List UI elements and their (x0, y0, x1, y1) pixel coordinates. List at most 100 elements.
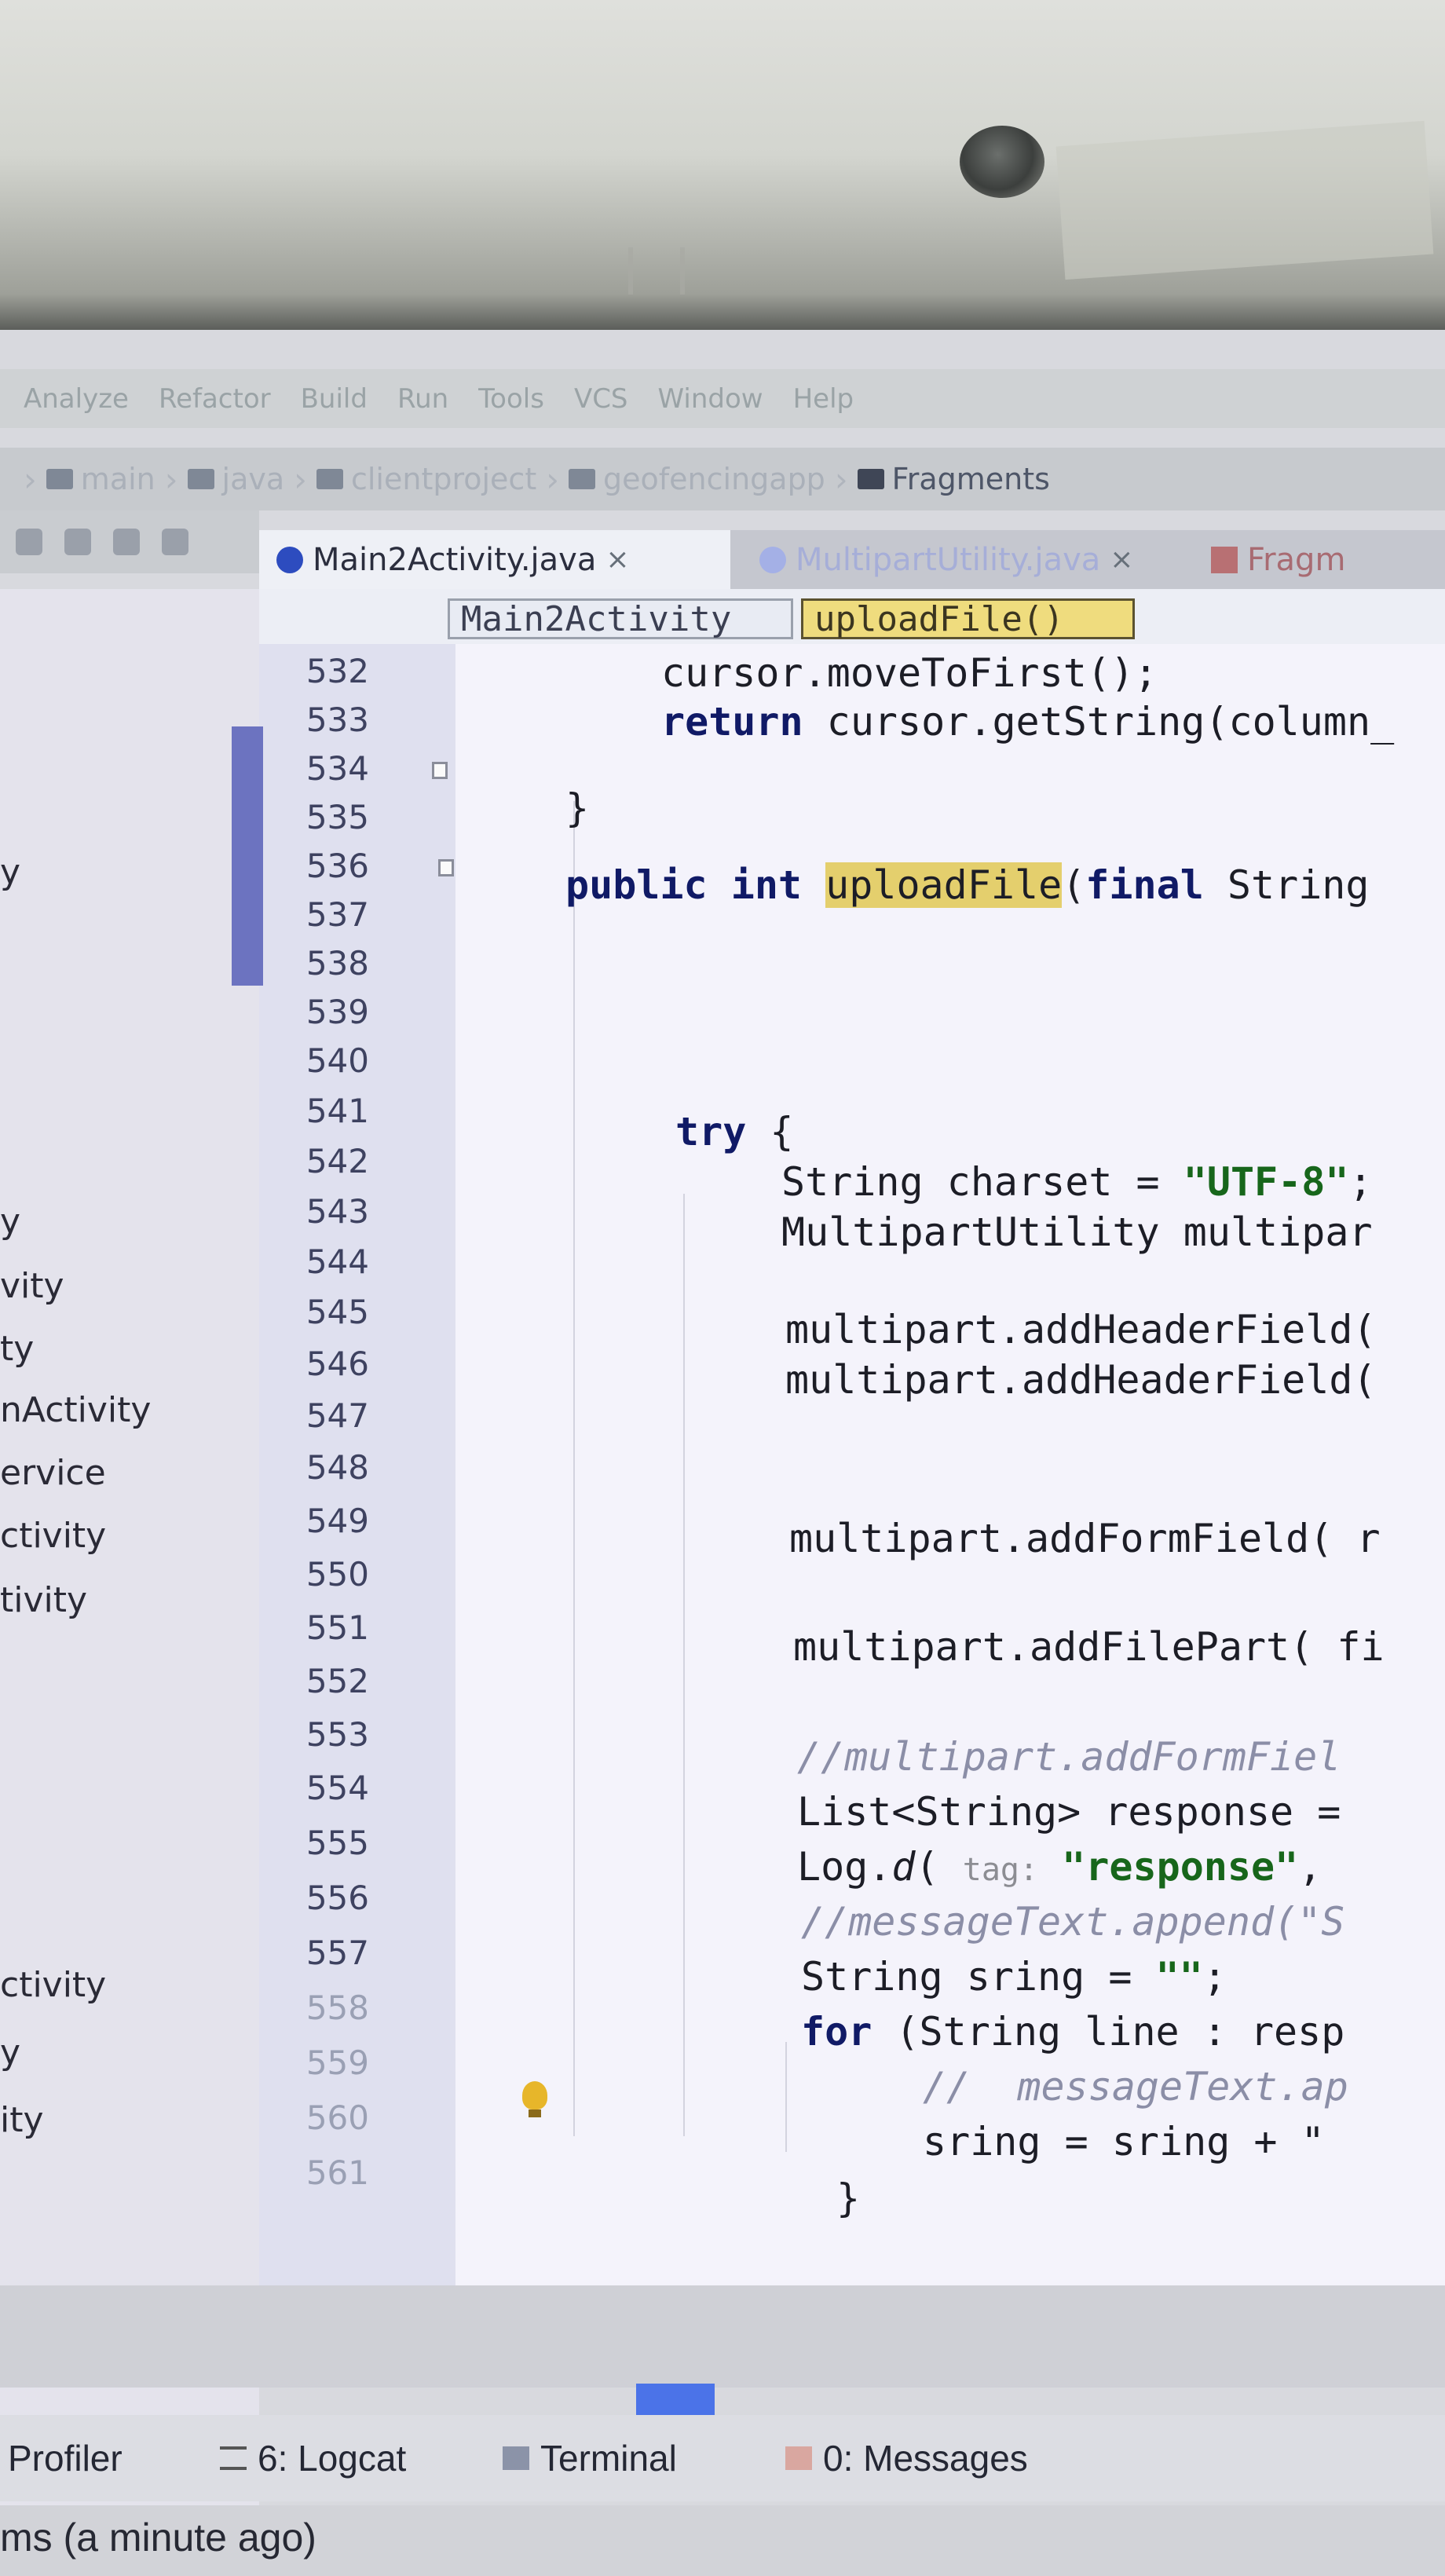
vcs-change-marker (232, 726, 263, 986)
project-tree-item[interactable]: vity (0, 1266, 64, 1306)
line-number: 545 (305, 1293, 369, 1331)
folder-icon (187, 469, 214, 489)
code-line-533: return cursor.getString(column_ (661, 699, 1394, 745)
messages-icon (785, 2446, 812, 2470)
chevron-right-icon: › (164, 459, 178, 499)
menu-refactor[interactable]: Refactor (159, 383, 271, 415)
code-line-557: for (String line : resp (801, 2009, 1344, 2055)
java-class-icon (276, 546, 303, 573)
method-name-highlight: uploadFile (825, 862, 1063, 908)
project-toolbar (0, 510, 259, 573)
fold-marker-icon[interactable] (432, 762, 448, 779)
breadcrumb-clientproject[interactable]: clientproject (316, 462, 536, 496)
line-number: 543 (305, 1192, 369, 1231)
status-bar: ms (a minute ago) (0, 2505, 1445, 2576)
code-token: Log. (797, 1844, 892, 1890)
project-tree-item[interactable]: ctivity (0, 1516, 106, 1556)
project-tree-item[interactable]: ctivity (0, 1965, 106, 2005)
lightbulb-base (529, 2109, 541, 2117)
code-line-548: multipart.addFormField( r (789, 1516, 1381, 1561)
project-tree-item[interactable]: y (0, 1202, 20, 1242)
hide-icon[interactable] (162, 529, 188, 555)
tool-window-messages[interactable]: 0: Messages (785, 2431, 1028, 2486)
chevron-right-icon: › (24, 459, 37, 499)
string-token: "" (1155, 1954, 1203, 2000)
breadcrumb-method[interactable]: uploadFile() (801, 598, 1135, 639)
code-token: cursor.getString(column_ (803, 699, 1395, 745)
line-number: 532 (305, 652, 369, 690)
line-number: 556 (305, 1879, 369, 1917)
close-icon[interactable]: × (605, 543, 629, 576)
code-editor[interactable]: cursor.moveToFirst(); return cursor.getS… (455, 644, 1445, 2293)
line-number: 547 (305, 1396, 369, 1435)
line-number: 546 (305, 1345, 369, 1383)
editor-breadcrumb: Main2Activity uploadFile() (259, 589, 1445, 644)
chevron-right-icon: › (546, 459, 560, 499)
menu-help[interactable]: Help (793, 383, 854, 415)
breadcrumb-main[interactable]: main (46, 462, 155, 496)
collapse-icon[interactable] (64, 529, 91, 555)
tab-fragment[interactable]: Fragm (1194, 530, 1445, 589)
chevron-right-icon: › (294, 459, 307, 499)
project-tree-item[interactable]: ervice (0, 1453, 106, 1493)
line-number: 534 (305, 749, 369, 788)
breadcrumb-class[interactable]: Main2Activity (448, 598, 793, 639)
comment-token: //multipart.addFormFiel (797, 1734, 1341, 1780)
line-number: 561 (305, 2153, 369, 2192)
menu-vcs[interactable]: VCS (574, 383, 628, 415)
horizontal-scrollbar[interactable] (636, 2384, 715, 2415)
code-token: d (891, 1844, 916, 1890)
sync-icon[interactable] (16, 529, 42, 555)
line-number: 535 (305, 798, 369, 836)
menu-analyze[interactable]: Analyze (24, 383, 129, 415)
lightbulb-icon[interactable] (522, 2081, 547, 2109)
tab-main2activity[interactable]: Main2Activity.java × (259, 530, 730, 589)
settings-icon[interactable] (113, 529, 140, 555)
project-tree-item[interactable]: nActivity (0, 1390, 151, 1430)
project-tree-item[interactable]: ty (0, 1329, 34, 1369)
fold-marker-icon[interactable] (438, 859, 454, 876)
line-number: 542 (305, 1142, 369, 1180)
code-line-534: } (565, 785, 589, 831)
line-number: 539 (305, 993, 369, 1031)
folder-icon (569, 469, 596, 489)
code-token: multipart.addHeaderField( (785, 1357, 1377, 1403)
code-token: String charset = (781, 1159, 1183, 1205)
code-line-541: try { (675, 1109, 794, 1154)
indent-guide (573, 801, 575, 2136)
breadcrumb-clientproject-label: clientproject (350, 462, 537, 496)
code-line-536: public int uploadFile(final String (565, 862, 1370, 908)
parameter-hint: tag: (962, 1852, 1039, 1888)
code-line-542: String charset = "UTF-8"; (781, 1159, 1373, 1205)
menu-tools[interactable]: Tools (478, 383, 544, 415)
tool-window-profiler[interactable]: Profiler (8, 2431, 123, 2486)
tool-window-logcat-label: 6: Logcat (258, 2438, 407, 2479)
code-token: MultipartUtility multipar (781, 1209, 1373, 1255)
line-number: 558 (305, 1989, 369, 2027)
tab-main2activity-label: Main2Activity.java (313, 541, 597, 578)
project-tree-item[interactable]: tivity (0, 1580, 87, 1620)
editor-tab-bar: Main2Activity.java × MultipartUtility.ja… (259, 530, 1445, 589)
code-token: multipart.addFormField( r (789, 1516, 1381, 1561)
code-token: multipart.addHeaderField( (785, 1307, 1377, 1352)
tool-window-profiler-label: Profiler (8, 2438, 123, 2479)
project-tree-item[interactable]: ity (0, 2100, 44, 2140)
breadcrumb-fragments[interactable]: Fragments (857, 462, 1050, 496)
code-line-550: multipart.addFilePart( fi (793, 1624, 1385, 1670)
tool-window-logcat[interactable]: 6: Logcat (220, 2431, 406, 2486)
line-number: 559 (305, 2044, 369, 2082)
project-tree-item[interactable]: y (0, 852, 20, 892)
menu-run[interactable]: Run (397, 383, 448, 415)
project-tree-item[interactable]: y (0, 2033, 20, 2073)
breadcrumb-java[interactable]: java (187, 462, 284, 496)
folder-icon (316, 469, 343, 489)
menu-window[interactable]: Window (658, 383, 763, 415)
string-token: "response" (1038, 1844, 1299, 1890)
code-line-555: //messageText.append("S (801, 1899, 1344, 1945)
tab-multipartutility[interactable]: MultipartUtility.java × (742, 530, 1182, 589)
tool-window-terminal[interactable]: Terminal (503, 2431, 677, 2486)
close-icon[interactable]: × (1110, 543, 1133, 576)
menu-build[interactable]: Build (301, 383, 368, 415)
folder-icon (857, 469, 884, 489)
breadcrumb-geofencingapp[interactable]: geofencingapp (569, 462, 825, 496)
